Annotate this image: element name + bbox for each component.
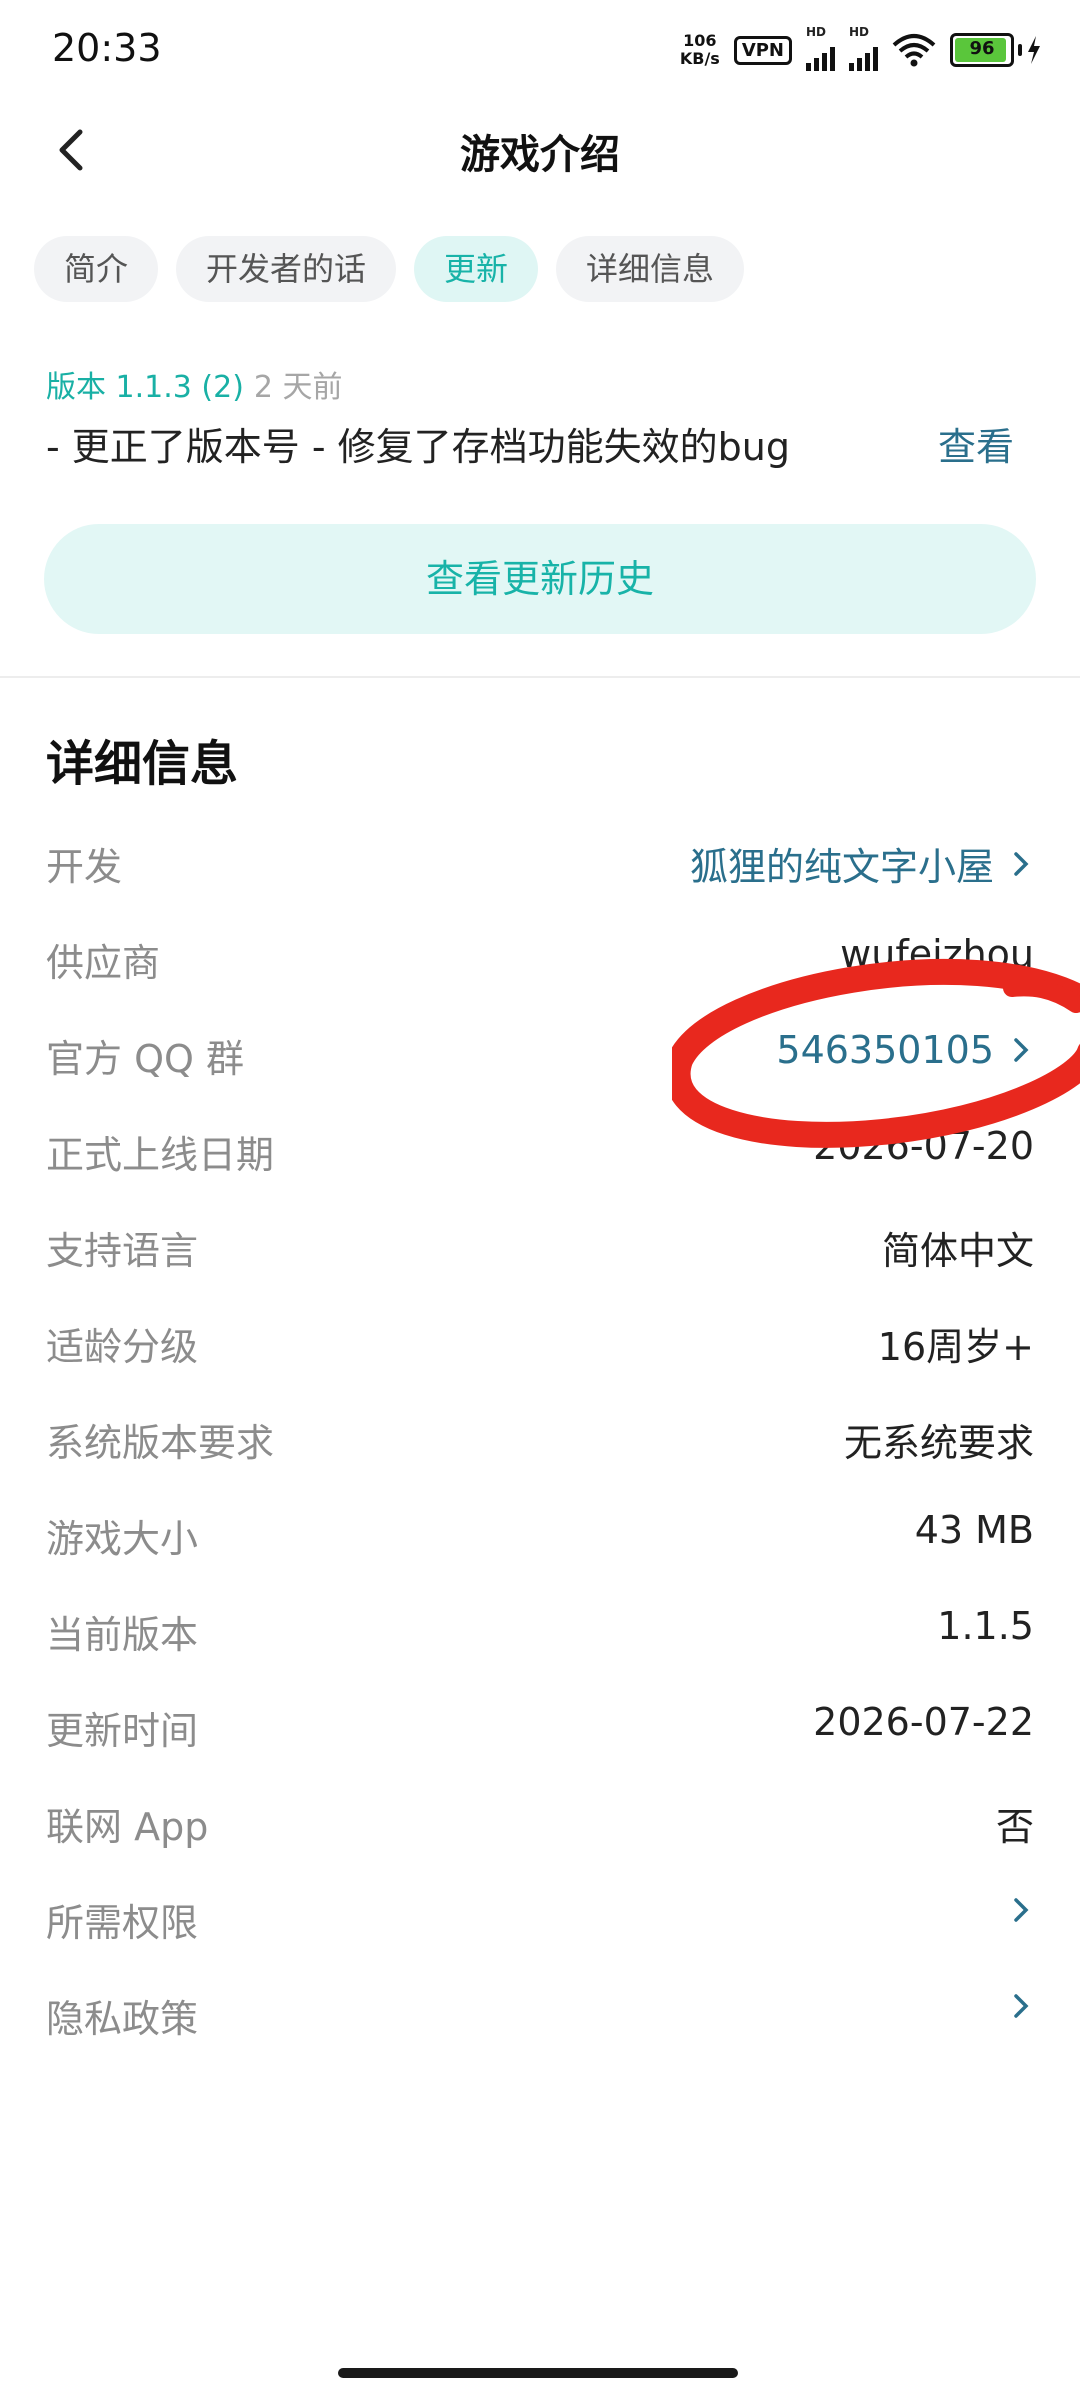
view-changelog-link[interactable]: 查看 [938,416,1014,471]
detail-row-system-req: 系统版本要求 无系统要求 [0,1390,1080,1486]
hd-label-2: HD [849,25,870,39]
status-time: 20:33 [52,26,162,70]
detail-label: 游戏大小 [46,1517,199,1561]
permissions-link[interactable] [1008,1892,1034,1928]
detail-value: 43 MB [914,1508,1034,1552]
chevron-right-icon [1014,1898,1029,1922]
developer-link[interactable]: 狐狸的纯文字小屋 [690,836,1034,891]
tab-developer-notes[interactable]: 开发者的话 [176,236,397,302]
detail-value: 2026-07-20 [813,1124,1034,1168]
details-section-title: 详细信息 [46,736,239,792]
detail-label: 官方 QQ 群 [46,1037,244,1081]
detail-label: 所需权限 [46,1901,199,1945]
charging-icon [1028,36,1040,64]
version-line: 版本 1.1.3 (2) 2 天前 [46,362,343,406]
detail-label: 当前版本 [46,1613,199,1657]
battery-level: 96 [969,38,995,59]
privacy-policy-link[interactable] [1008,1988,1034,2024]
detail-row-language: 支持语言 简体中文 [0,1198,1080,1294]
changelog-text: - 更正了版本号 - 修复了存档功能失效的bug [46,425,790,469]
network-speed-unit: KB/s [679,49,720,68]
signal-icon-2: HD [849,25,878,71]
network-speed-value: 106 [683,31,717,50]
wifi-icon [892,34,936,67]
qq-group-link[interactable]: 546350105 [776,1028,1034,1072]
home-indicator[interactable] [338,2368,738,2378]
detail-row-update-time: 更新时间 2026-07-22 [0,1678,1080,1774]
detail-row-age-rating: 适龄分级 16周岁+ [0,1294,1080,1390]
detail-value: 16周岁+ [877,1325,1034,1369]
detail-label: 隐私政策 [46,1997,199,2041]
chevron-right-icon [1014,1994,1029,2018]
status-icons: 106 KB/s VPN HD HD 96 [680,25,1042,74]
detail-label: 供应商 [46,941,161,985]
chevron-right-icon [1014,851,1029,876]
signal-icon: HD [806,25,835,71]
detail-value: 否 [995,1805,1034,1849]
detail-value: 简体中文 [881,1229,1034,1273]
detail-row-game-size: 游戏大小 43 MB [0,1486,1080,1582]
battery-icon: 96 [950,33,1042,67]
tab-details[interactable]: 详细信息 [556,236,745,302]
detail-row-qq-group[interactable]: 官方 QQ 群 546350105 [0,1006,1080,1102]
detail-label: 适龄分级 [46,1325,199,1369]
tab-intro[interactable]: 简介 [34,236,159,302]
detail-label: 联网 App [46,1805,209,1849]
detail-row-permissions[interactable]: 所需权限 [0,1870,1080,1966]
version-time-ago: 2 天前 [253,370,343,405]
vpn-icon: VPN [733,35,792,65]
detail-value: 546350105 [776,1028,994,1072]
details-list: 开发 狐狸的纯文字小屋 供应商 wufeizhou 官方 QQ 群 546350… [0,814,1080,2062]
top-app-bar: 游戏介绍 [0,100,1080,200]
version-number: 版本 1.1.3 (2) [46,370,244,405]
detail-label: 支持语言 [46,1229,199,1273]
tab-updates[interactable]: 更新 [414,236,539,302]
section-divider [0,676,1080,678]
detail-label: 开发 [46,845,123,889]
detail-label: 系统版本要求 [46,1421,275,1465]
detail-value: wufeizhou [840,932,1034,976]
detail-value: 1.1.5 [937,1604,1034,1648]
detail-row-privacy-policy[interactable]: 隐私政策 [0,1966,1080,2062]
detail-row-developer[interactable]: 开发 狐狸的纯文字小屋 [0,814,1080,910]
detail-value: 2026-07-22 [813,1700,1034,1744]
update-history-button[interactable]: 查看更新历史 [44,524,1036,634]
tab-bar: 简介 开发者的话 更新 详细信息 [34,236,745,302]
status-bar: 20:33 106 KB/s VPN HD HD 96 [0,0,1080,100]
detail-row-current-version: 当前版本 1.1.5 [0,1582,1080,1678]
chevron-right-icon [1014,1038,1029,1062]
detail-label: 更新时间 [46,1709,199,1753]
detail-label: 正式上线日期 [46,1133,275,1177]
detail-row-release-date: 正式上线日期 2026-07-20 [0,1102,1080,1198]
detail-value: 无系统要求 [843,1421,1034,1465]
detail-row-online-app: 联网 App 否 [0,1774,1080,1870]
hd-label: HD [806,25,827,39]
detail-row-vendor: 供应商 wufeizhou [0,910,1080,1006]
page-title: 游戏介绍 [460,132,620,178]
detail-value: 狐狸的纯文字小屋 [689,845,994,889]
network-speed: 106 KB/s [680,32,720,68]
